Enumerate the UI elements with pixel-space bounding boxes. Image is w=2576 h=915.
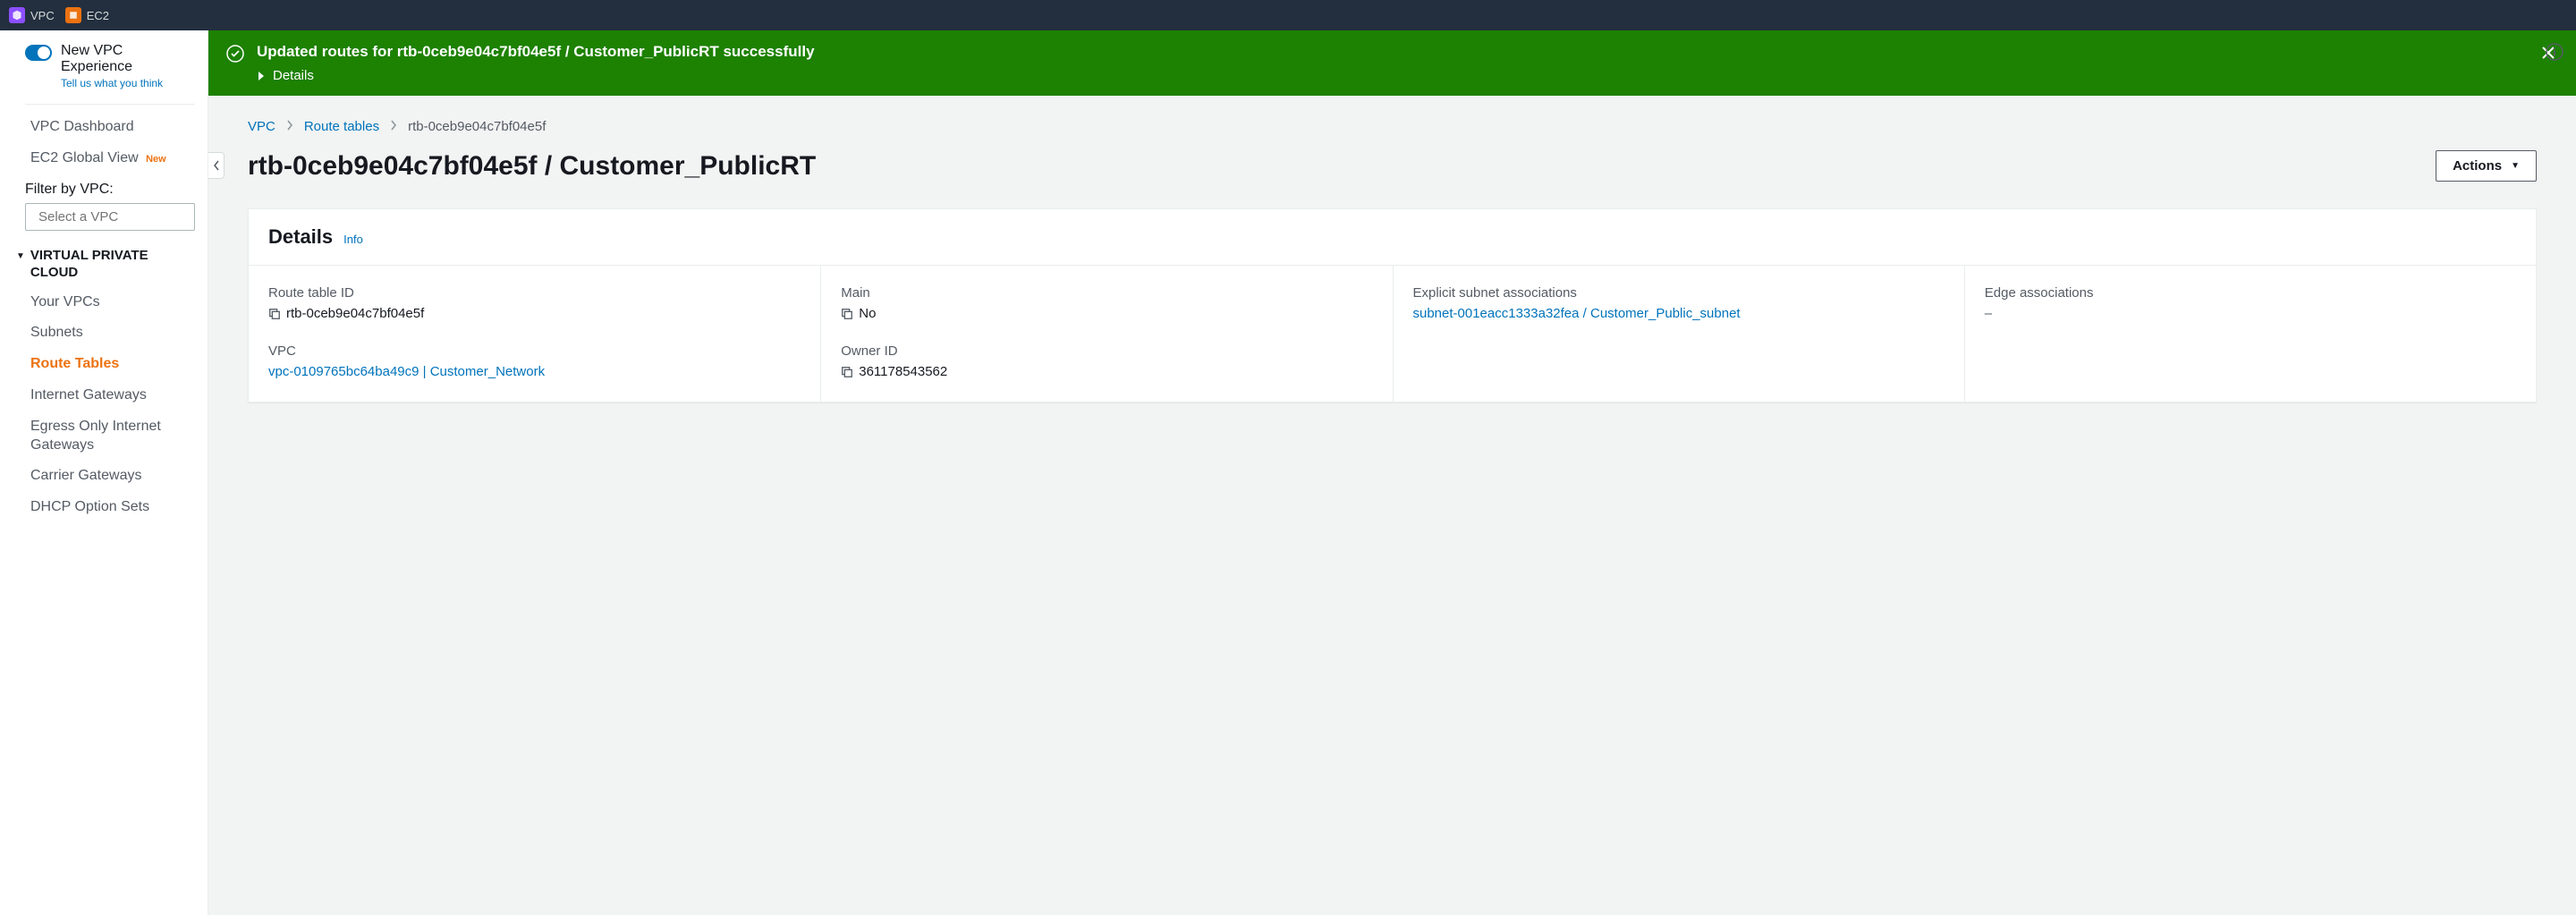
label-explicit-subnet: Explicit subnet associations: [1413, 285, 1945, 301]
section-label: VIRTUAL PRIVATE CLOUD: [30, 247, 195, 282]
nav-carrier-gateways[interactable]: Carrier Gateways: [0, 461, 208, 492]
breadcrumb-current: rtb-0ceb9e04c7bf04e5f: [408, 119, 546, 134]
chevron-left-icon: [213, 160, 220, 171]
caret-right-icon: [257, 71, 266, 81]
caret-down-icon: ▼: [2511, 161, 2520, 171]
actions-button[interactable]: Actions ▼: [2436, 150, 2537, 182]
label-edge-associations: Edge associations: [1985, 285, 2516, 301]
nav-subnets[interactable]: Subnets: [0, 318, 208, 349]
service-link-vpc[interactable]: VPC: [9, 7, 55, 23]
flash-message: Updated routes for rtb-0ceb9e04c7bf04e5f…: [257, 43, 2526, 61]
value-vpc-link[interactable]: vpc-0109765bc64ba49c9 | Customer_Network: [268, 364, 545, 379]
nav-dhcp-option-sets[interactable]: DHCP Option Sets: [0, 492, 208, 523]
ec2-service-icon: [65, 7, 81, 23]
vpc-service-icon: [9, 7, 25, 23]
nav-vpc-dashboard[interactable]: VPC Dashboard: [0, 112, 208, 143]
divider: [25, 104, 195, 105]
nav-egress-only-igw[interactable]: Egress Only Internet Gateways: [0, 411, 208, 462]
flash-details-toggle[interactable]: Details: [257, 68, 2526, 83]
chevron-right-icon: [286, 119, 293, 134]
nav-label: EC2 Global View: [30, 150, 139, 165]
copy-button[interactable]: [841, 308, 853, 324]
top-service-bar: VPC EC2: [0, 0, 2576, 30]
copy-button[interactable]: [268, 308, 281, 324]
new-badge: New: [142, 154, 166, 165]
copy-icon: [268, 308, 281, 320]
section-virtual-private-cloud[interactable]: ▼ VIRTUAL PRIVATE CLOUD: [0, 240, 208, 287]
breadcrumb-route-tables[interactable]: Route tables: [304, 119, 379, 134]
value-explicit-subnet-link[interactable]: subnet-001eacc1333a32fea / Customer_Publ…: [1413, 306, 1741, 321]
new-experience-label: New VPC Experience: [61, 43, 195, 75]
actions-label: Actions: [2453, 158, 2502, 174]
panel-info-link[interactable]: Info: [343, 233, 363, 246]
success-flash: Updated routes for rtb-0ceb9e04c7bf04e5f…: [208, 30, 2576, 96]
flash-details-label: Details: [273, 68, 314, 83]
copy-icon: [841, 308, 853, 320]
success-check-icon: [226, 45, 244, 65]
label-vpc: VPC: [268, 343, 801, 359]
nav-route-tables[interactable]: Route Tables: [0, 349, 208, 380]
value-main: No: [859, 306, 876, 321]
chevron-right-icon: [390, 119, 397, 134]
copy-button[interactable]: [841, 366, 853, 382]
label-route-table-id: Route table ID: [268, 285, 801, 301]
main-content: Updated routes for rtb-0ceb9e04c7bf04e5f…: [208, 30, 2576, 915]
value-route-table-id: rtb-0ceb9e04c7bf04e5f: [286, 306, 424, 321]
caret-down-icon: ▼: [16, 250, 25, 262]
copy-icon: [841, 366, 853, 378]
page-title: rtb-0ceb9e04c7bf04e5f / Customer_PublicR…: [248, 151, 816, 182]
sidebar-collapse-handle[interactable]: [208, 152, 225, 179]
service-label: VPC: [30, 9, 55, 22]
page-info-icon[interactable]: [2546, 43, 2563, 64]
breadcrumb: VPC Route tables rtb-0ceb9e04c7bf04e5f: [248, 119, 2537, 134]
value-edge-associations: –: [1985, 306, 1992, 321]
value-owner-id: 361178543562: [859, 364, 947, 379]
service-label: EC2: [87, 9, 109, 22]
feedback-link[interactable]: Tell us what you think: [61, 77, 195, 89]
details-panel: Details Info Route table ID rtb-0ceb9e04…: [248, 208, 2537, 402]
filter-by-vpc-label: Filter by VPC:: [0, 174, 208, 203]
filter-vpc-select[interactable]: [25, 203, 195, 231]
nav-internet-gateways[interactable]: Internet Gateways: [0, 380, 208, 411]
filter-vpc-input[interactable]: [38, 209, 208, 225]
new-experience-toggle[interactable]: [25, 45, 52, 61]
label-main: Main: [841, 285, 1372, 301]
breadcrumb-vpc[interactable]: VPC: [248, 119, 275, 134]
service-link-ec2[interactable]: EC2: [65, 7, 109, 23]
label-owner-id: Owner ID: [841, 343, 1372, 359]
nav-ec2-global[interactable]: EC2 Global View New: [0, 143, 208, 174]
sidebar: New VPC Experience Tell us what you thin…: [0, 30, 208, 915]
nav-your-vpcs[interactable]: Your VPCs: [0, 287, 208, 318]
panel-title: Details: [268, 225, 333, 249]
